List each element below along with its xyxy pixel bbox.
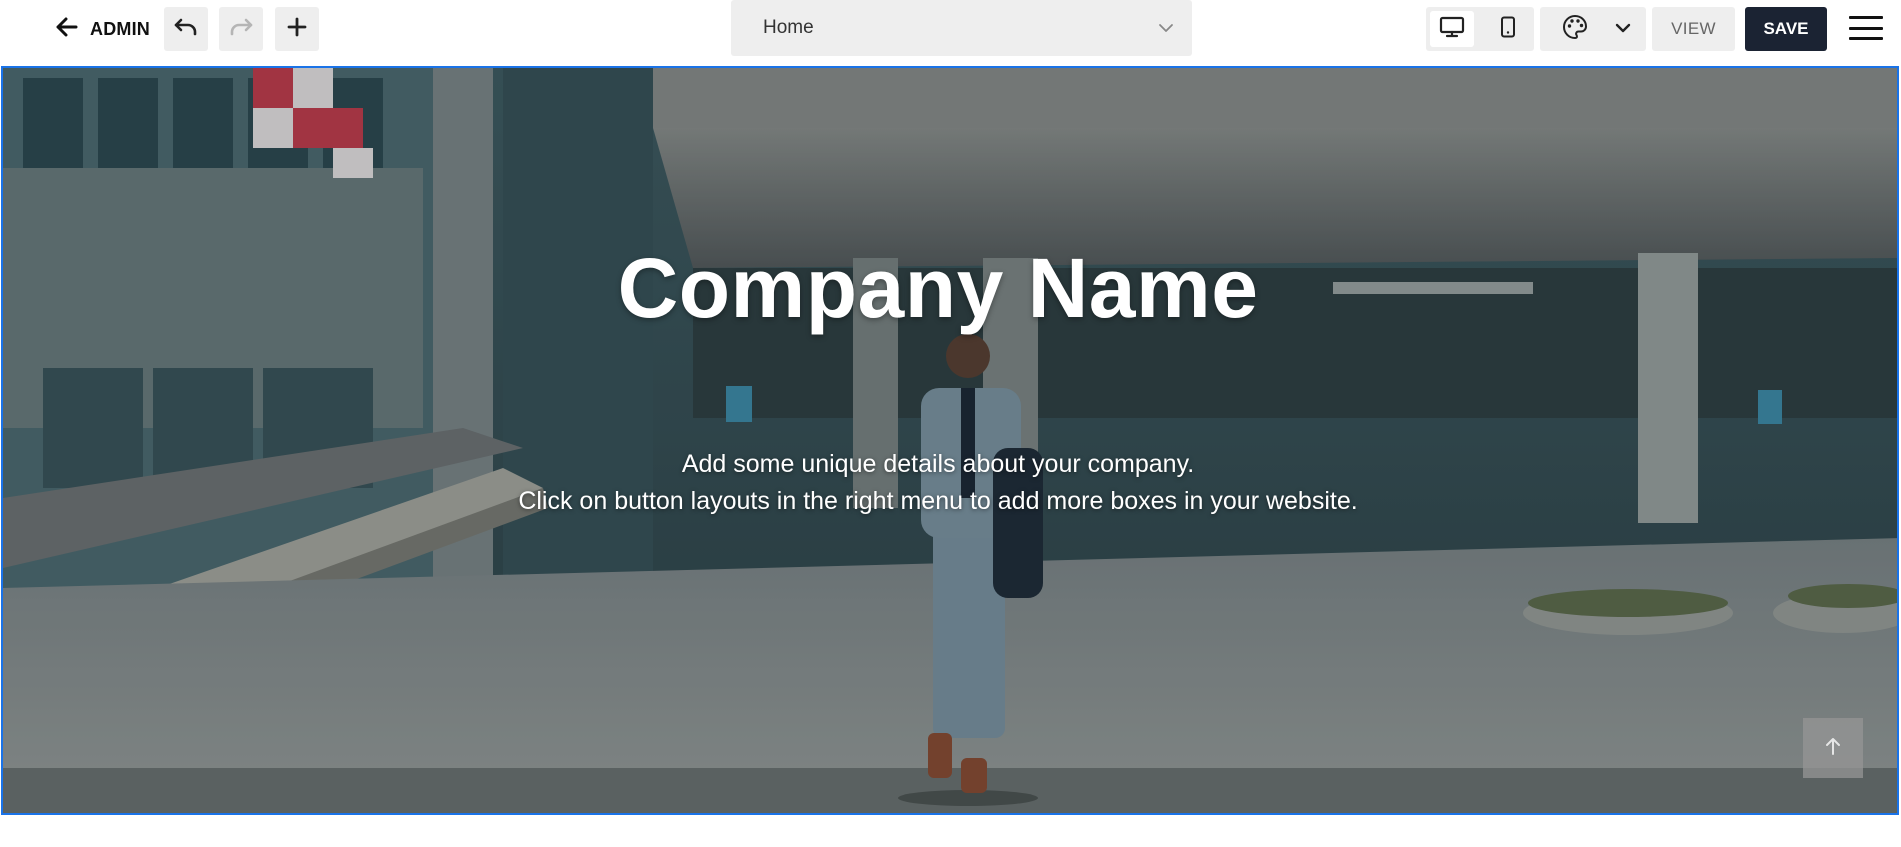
arrow-left-icon <box>56 17 78 42</box>
page-selector-value: Home <box>763 17 814 38</box>
hero-subtitle[interactable]: Add some unique details about your compa… <box>3 446 1885 520</box>
mobile-icon <box>1500 16 1516 43</box>
theme-palette-button[interactable] <box>1550 7 1600 51</box>
redo-button[interactable] <box>219 7 263 51</box>
hero-background-image <box>3 68 1897 813</box>
admin-label: ADMIN <box>90 18 150 39</box>
theme-dropdown-button[interactable] <box>1606 7 1640 51</box>
hero-subtitle-line-1: Add some unique details about your compa… <box>681 450 1195 478</box>
arrow-up-icon <box>1824 736 1842 761</box>
back-to-admin-button[interactable]: ADMIN <box>56 14 150 44</box>
save-button[interactable]: SAVE <box>1745 7 1827 51</box>
hero-subtitle-line-2: Click on button layouts in the right men… <box>518 487 1358 515</box>
desktop-view-button[interactable] <box>1430 11 1474 47</box>
hero-title[interactable]: Company Name <box>3 240 1885 337</box>
page-bottom-area <box>0 815 1901 847</box>
chevron-down-icon <box>1158 20 1174 38</box>
palette-icon <box>1562 14 1588 45</box>
view-button[interactable]: VIEW <box>1652 7 1735 51</box>
add-block-button[interactable] <box>275 7 319 51</box>
undo-icon <box>174 18 198 41</box>
desktop-icon <box>1439 16 1465 43</box>
undo-button[interactable] <box>164 7 208 51</box>
plus-icon <box>287 17 307 42</box>
scroll-to-top-button[interactable] <box>1803 718 1863 778</box>
mobile-view-button[interactable] <box>1486 11 1530 47</box>
chevron-down-icon <box>1615 20 1631 38</box>
hero-section[interactable]: Company Name Add some unique details abo… <box>1 66 1899 815</box>
device-toggle-group <box>1426 7 1534 51</box>
hamburger-menu-icon[interactable] <box>1849 13 1883 43</box>
page-selector[interactable]: Home <box>731 0 1192 56</box>
editor-toolbar: ADMIN Home VIEW SAVE <box>0 0 1901 66</box>
redo-icon <box>229 18 253 41</box>
theme-controls <box>1540 7 1646 51</box>
